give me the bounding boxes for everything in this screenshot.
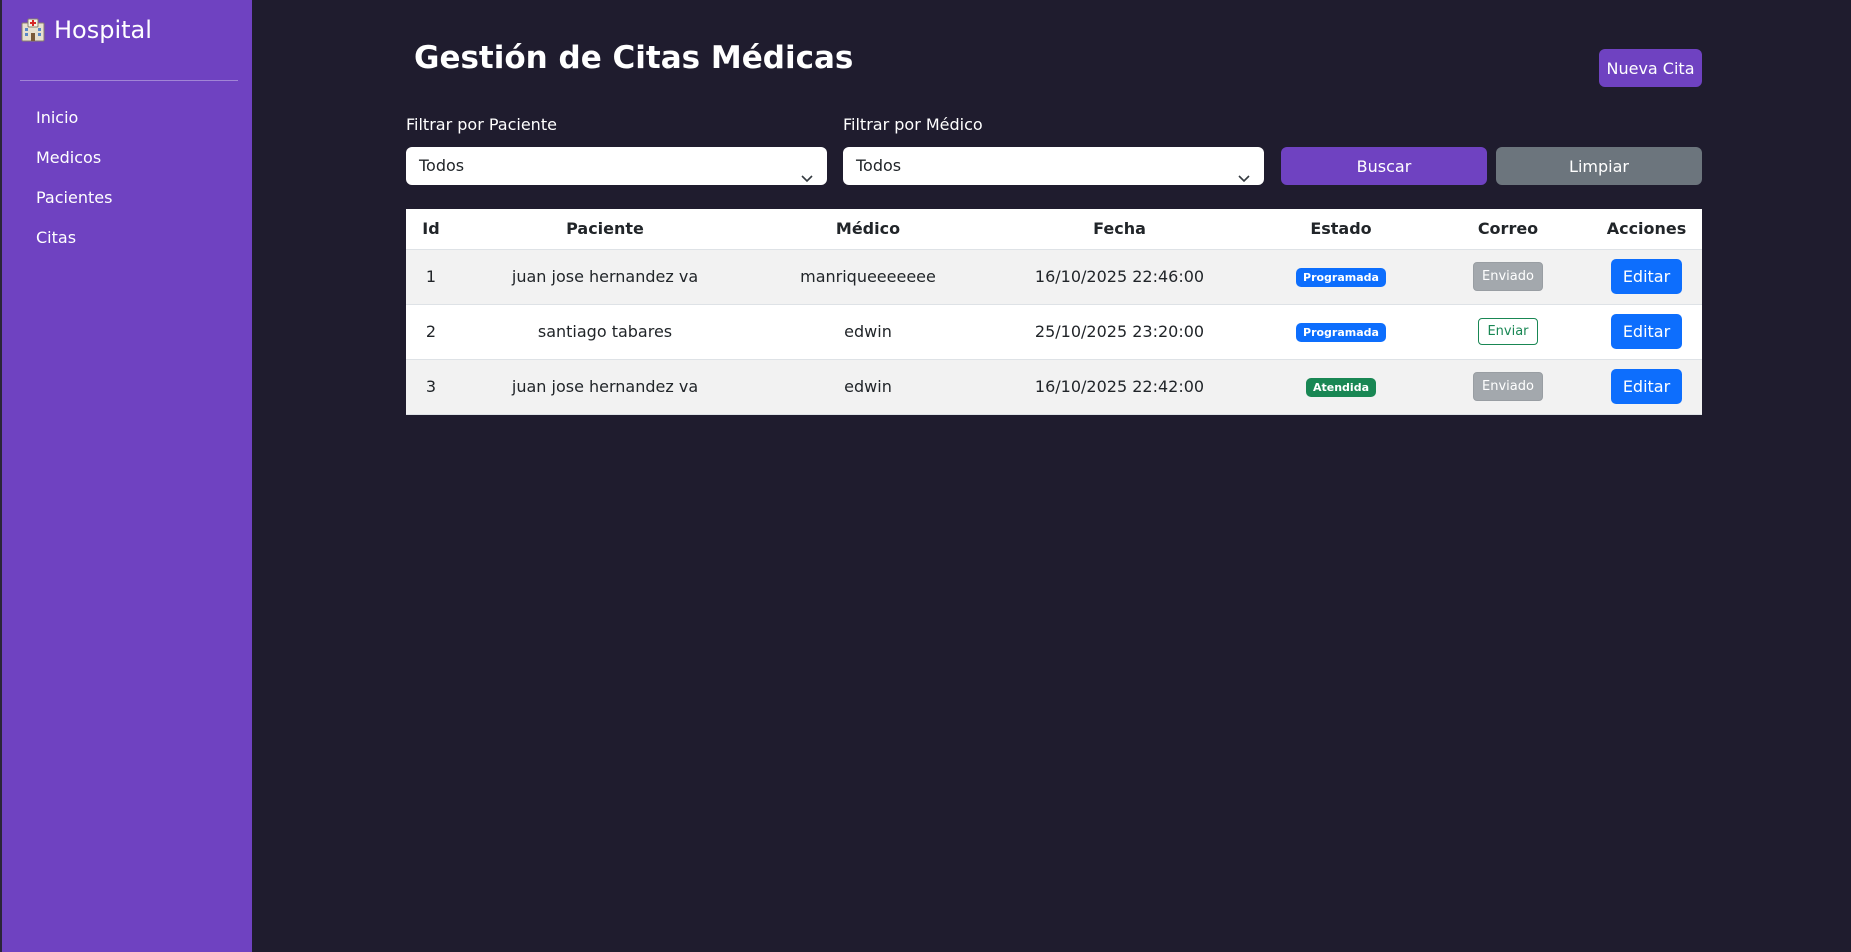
cell-estado: Atendida (1257, 359, 1425, 415)
sidebar: Hospital Inicio Medicos Pacientes Citas (0, 0, 252, 952)
column-header-medico: Médico (754, 209, 982, 250)
column-header-acciones: Acciones (1591, 209, 1702, 250)
cell-paciente: juan jose hernandez va (456, 359, 754, 415)
patient-filter-value: Todos (419, 156, 465, 175)
cell-paciente: santiago tabares (456, 304, 754, 360)
edit-button[interactable]: Editar (1610, 259, 1683, 294)
cell-acciones: Editar (1591, 304, 1702, 360)
page-title: Gestión de Citas Médicas (414, 40, 854, 76)
table-header-row: Id Paciente Médico Fecha Estado Correo A… (406, 209, 1702, 250)
email-sent-button: Enviado (1473, 262, 1543, 291)
doctor-filter-label: Filtrar por Médico (843, 115, 983, 134)
sidebar-item-pacientes[interactable]: Pacientes (20, 178, 238, 218)
sidebar-divider (20, 80, 238, 81)
cell-correo: Enviado (1425, 359, 1591, 415)
cell-id: 1 (406, 249, 456, 305)
doctor-filter-select[interactable]: Todos (843, 147, 1264, 185)
cell-correo: Enviado (1425, 249, 1591, 305)
sidebar-item-inicio[interactable]: Inicio (20, 98, 238, 138)
appointments-table: Id Paciente Médico Fecha Estado Correo A… (406, 209, 1702, 415)
cell-fecha: 25/10/2025 23:20:00 (982, 304, 1257, 360)
brand-title: Hospital (54, 16, 152, 44)
sidebar-nav: Inicio Medicos Pacientes Citas (20, 98, 238, 258)
cell-fecha: 16/10/2025 22:42:00 (982, 359, 1257, 415)
send-email-button[interactable]: Enviar (1478, 318, 1538, 345)
cell-acciones: Editar (1591, 359, 1702, 415)
edit-button[interactable]: Editar (1610, 314, 1683, 349)
column-header-estado: Estado (1257, 209, 1425, 250)
status-badge: Programada (1296, 323, 1386, 342)
clear-button[interactable]: Limpiar (1496, 147, 1702, 185)
hospital-icon (20, 17, 46, 43)
status-badge: Programada (1296, 268, 1386, 287)
email-sent-button: Enviado (1473, 372, 1543, 401)
column-header-correo: Correo (1425, 209, 1591, 250)
patient-filter-label: Filtrar por Paciente (406, 115, 557, 134)
edit-button[interactable]: Editar (1610, 369, 1683, 404)
doctor-filter-value: Todos (856, 156, 902, 175)
cell-correo: Enviar (1425, 304, 1591, 360)
cell-estado: Programada (1257, 249, 1425, 305)
new-appointment-button[interactable]: Nueva Cita (1599, 49, 1702, 87)
column-header-paciente: Paciente (456, 209, 754, 250)
app-root: Hospital Inicio Medicos Pacientes Citas … (0, 0, 1851, 952)
cell-acciones: Editar (1591, 249, 1702, 305)
search-button[interactable]: Buscar (1281, 147, 1487, 185)
table-row: 3 juan jose hernandez va edwin 16/10/202… (406, 359, 1702, 415)
cell-id: 2 (406, 304, 456, 360)
chevron-down-icon (1238, 160, 1250, 183)
sidebar-item-citas[interactable]: Citas (20, 218, 238, 258)
table-row: 1 juan jose hernandez va manriqueeeeeee … (406, 249, 1702, 305)
cell-medico: manriqueeeeeee (754, 249, 982, 305)
cell-medico: edwin (754, 359, 982, 415)
cell-id: 3 (406, 359, 456, 415)
column-header-id: Id (406, 209, 456, 250)
sidebar-item-medicos[interactable]: Medicos (20, 138, 238, 178)
status-badge: Atendida (1305, 378, 1376, 397)
cell-medico: edwin (754, 304, 982, 360)
chevron-down-icon (801, 160, 813, 183)
cell-paciente: juan jose hernandez va (456, 249, 754, 305)
cell-fecha: 16/10/2025 22:46:00 (982, 249, 1257, 305)
cell-estado: Programada (1257, 304, 1425, 360)
column-header-fecha: Fecha (982, 209, 1257, 250)
table-row: 2 santiago tabares edwin 25/10/2025 23:2… (406, 304, 1702, 360)
brand[interactable]: Hospital (20, 12, 152, 48)
patient-filter-select[interactable]: Todos (406, 147, 827, 185)
